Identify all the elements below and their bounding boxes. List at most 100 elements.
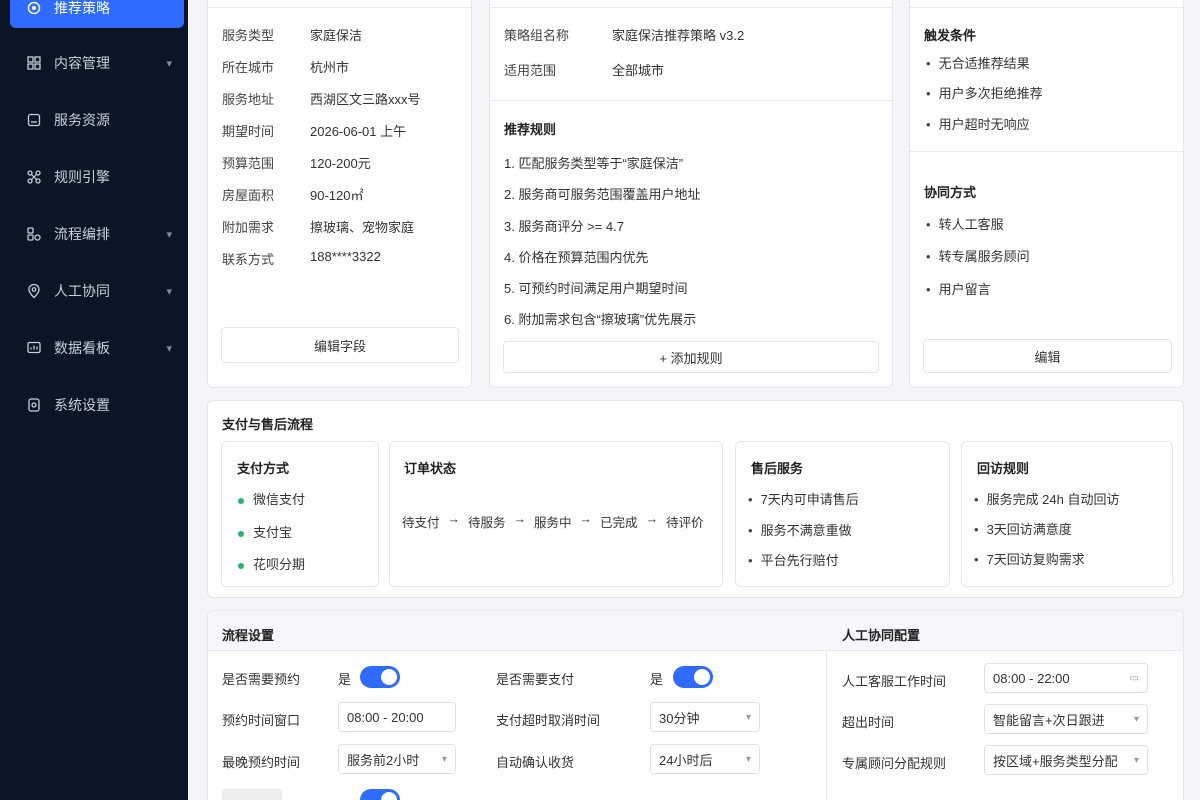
chevron-down-icon: ▾ bbox=[441, 753, 447, 765]
revisit-item: 服务完成 24h 自动回访 bbox=[974, 489, 1120, 508]
rule-item: 1. 匹配服务类型等于“家庭保洁” bbox=[504, 156, 684, 171]
after-sales-title: 售后服务 bbox=[751, 461, 804, 476]
payment-method-label: 微信支付 bbox=[253, 492, 306, 507]
sidebar-item-rule-engine[interactable]: 规则引擎 bbox=[10, 157, 184, 197]
resource-icon bbox=[26, 112, 42, 128]
edit-fields-button[interactable]: 编辑字段 bbox=[221, 327, 459, 363]
field-value: 全部城市 bbox=[612, 63, 665, 78]
order-step: 待支付 bbox=[402, 516, 440, 530]
coop-item: 转人工客服 bbox=[926, 214, 1004, 233]
settings-header bbox=[208, 611, 1183, 651]
arrow-right-icon: → bbox=[513, 512, 527, 526]
rule-item: 6. 附加需求包含“擦玻璃”优先展示 bbox=[504, 312, 697, 327]
order-step: 已完成 bbox=[600, 516, 638, 530]
service-hours-value: 08:00 - 22:00 bbox=[993, 670, 1070, 686]
field-value: 家庭保洁 bbox=[310, 28, 363, 43]
payment-methods-title: 支付方式 bbox=[237, 461, 290, 476]
auto-confirm-label: 自动确认收货 bbox=[496, 755, 575, 770]
payment-method-item: 微信支付 bbox=[238, 489, 305, 508]
sidebar-item-settings[interactable]: 系统设置 bbox=[10, 385, 184, 425]
field-value: 120-200元 bbox=[310, 156, 371, 171]
sidebar-item-label: 内容管理 bbox=[54, 55, 110, 71]
payment-method-label: 花呗分期 bbox=[253, 557, 306, 572]
service-request-card: 服务类型 家庭保洁 所在城市 杭州市 服务地址 西湖区文三路xxx号 期望时间 2026… bbox=[207, 0, 472, 388]
trigger-item: 用户超时无响应 bbox=[926, 114, 1030, 133]
field-key: 房屋面积 bbox=[222, 188, 275, 203]
dashboard-icon bbox=[26, 340, 42, 356]
service-hours-label: 人工客服工作时间 bbox=[842, 674, 947, 689]
sidebar-item-content[interactable]: 内容管理 ▾ bbox=[10, 43, 184, 83]
field-row: 联系方式 188****3322 bbox=[222, 249, 381, 268]
status-dot bbox=[238, 530, 244, 537]
status-dot bbox=[238, 562, 244, 569]
need-booking-toggle[interactable] bbox=[360, 666, 400, 688]
strategy-card: 策略组名称 家庭保洁推荐策略 v3.2 适用范围 全部城市 推荐规则 1. 匹配服务… bbox=[489, 0, 893, 388]
sidebar-item-recommend-strategy[interactable]: 推荐策略 bbox=[10, 0, 184, 28]
field-key: 适用范围 bbox=[504, 63, 557, 78]
chevron-down-icon: ▾ bbox=[745, 711, 751, 723]
sidebar-item-dashboard[interactable]: 数据看板 ▾ bbox=[10, 328, 184, 368]
sidebar-item-manual-coop[interactable]: 人工协同 ▾ bbox=[10, 271, 184, 311]
order-status-card: 订单状态 待支付 → 待服务 → 服务中 → 已完成 → 待评价 bbox=[389, 441, 723, 587]
field-key: 服务地址 bbox=[222, 92, 275, 107]
field-row: 房屋面积 90-120㎡ bbox=[222, 185, 363, 204]
chevron-down-icon: ▾ bbox=[166, 342, 172, 355]
flow-icon bbox=[26, 226, 42, 242]
field-row: 服务类型 家庭保洁 bbox=[222, 25, 362, 44]
strategy-scope-row: 适用范围 全部城市 bbox=[504, 60, 664, 79]
field-key: 所在城市 bbox=[222, 60, 275, 75]
revisit-title: 回访规则 bbox=[977, 461, 1030, 476]
booking-window-input[interactable]: 08:00 - 20:00 bbox=[338, 702, 456, 732]
field-key: 联系方式 bbox=[222, 252, 275, 267]
trigger-card: 触发条件 无合适推荐结果 用户多次拒绝推荐 用户超时无响应 协同方式 转人工客服… bbox=[909, 0, 1184, 388]
divider bbox=[208, 7, 471, 8]
field-key: 服务类型 bbox=[222, 28, 275, 43]
truncated-row-label bbox=[222, 789, 282, 800]
order-status-title: 订单状态 bbox=[404, 461, 457, 476]
advisor-rule-label: 专属顾问分配规则 bbox=[842, 756, 947, 771]
payment-timeout-value: 30分钟 bbox=[659, 710, 700, 726]
payment-timeout-select[interactable]: 30分钟 ▾ bbox=[650, 702, 760, 732]
after-sales-item: 平台先行赔付 bbox=[748, 550, 839, 569]
sidebar-item-label: 系统设置 bbox=[54, 397, 110, 413]
section-title: 支付与售后流程 bbox=[222, 417, 314, 432]
overtime-select[interactable]: 智能留言+次日跟进 ▾ bbox=[984, 704, 1148, 734]
field-value: 家庭保洁推荐策略 v3.2 bbox=[612, 28, 745, 43]
advisor-rule-select[interactable]: 按区域+服务类型分配 ▾ bbox=[984, 745, 1148, 775]
strategy-name-row: 策略组名称 家庭保洁推荐策略 v3.2 bbox=[504, 25, 744, 44]
payment-aftersales-section: 支付与售后流程 支付方式 微信支付 支付宝 花呗分期 订单状态 待支付 → 待服务… bbox=[207, 400, 1184, 598]
service-hours-input[interactable]: 08:00 - 22:00 ▭ bbox=[984, 663, 1148, 693]
chevron-down-icon: ▾ bbox=[745, 753, 751, 765]
strategy-icon bbox=[26, 0, 42, 16]
field-key: 附加需求 bbox=[222, 220, 275, 235]
revisit-item: 3天回访满意度 bbox=[974, 519, 1072, 538]
edit-button[interactable]: 编辑 bbox=[923, 339, 1172, 373]
order-step: 待评价 bbox=[666, 516, 704, 530]
sidebar-item-service-resource[interactable]: 服务资源 bbox=[10, 100, 184, 140]
trigger-title: 触发条件 bbox=[924, 28, 977, 43]
field-value: 杭州市 bbox=[310, 60, 350, 75]
field-key: 期望时间 bbox=[222, 124, 275, 139]
divider bbox=[910, 7, 1183, 8]
settings-panel: 流程设置 人工协同配置 是否需要预约 是 预约时间窗口 08:00 - 20:0… bbox=[207, 610, 1184, 800]
coop-item: 转专属服务顾问 bbox=[926, 246, 1030, 265]
chevron-down-icon: ▾ bbox=[1133, 713, 1139, 725]
field-value: 90-120㎡ bbox=[310, 188, 364, 203]
latest-booking-value: 服务前2小时 bbox=[347, 752, 420, 768]
revisit-item: 7天回访复购需求 bbox=[974, 549, 1085, 568]
auto-confirm-select[interactable]: 24小时后 ▾ bbox=[650, 744, 760, 774]
calendar-icon: ▭ bbox=[1129, 672, 1139, 684]
field-value: 188****3322 bbox=[310, 249, 381, 264]
sidebar-item-flow[interactable]: 流程编排 ▾ bbox=[10, 214, 184, 254]
after-sales-card: 售后服务 7天内可申请售后 服务不满意重做 平台先行赔付 bbox=[735, 441, 950, 587]
need-payment-toggle[interactable] bbox=[673, 666, 713, 688]
latest-booking-select[interactable]: 服务前2小时 ▾ bbox=[338, 744, 456, 774]
order-step: 待服务 bbox=[468, 516, 506, 530]
field-key: 策略组名称 bbox=[504, 28, 570, 43]
arrow-right-icon: → bbox=[579, 512, 593, 526]
settings-icon bbox=[26, 397, 42, 413]
after-sales-item: 7天内可申请售后 bbox=[748, 489, 859, 508]
add-rule-button[interactable]: + 添加规则 bbox=[503, 341, 879, 373]
payment-methods-card: 支付方式 微信支付 支付宝 花呗分期 bbox=[221, 441, 379, 587]
truncated-row-toggle[interactable] bbox=[360, 789, 400, 800]
